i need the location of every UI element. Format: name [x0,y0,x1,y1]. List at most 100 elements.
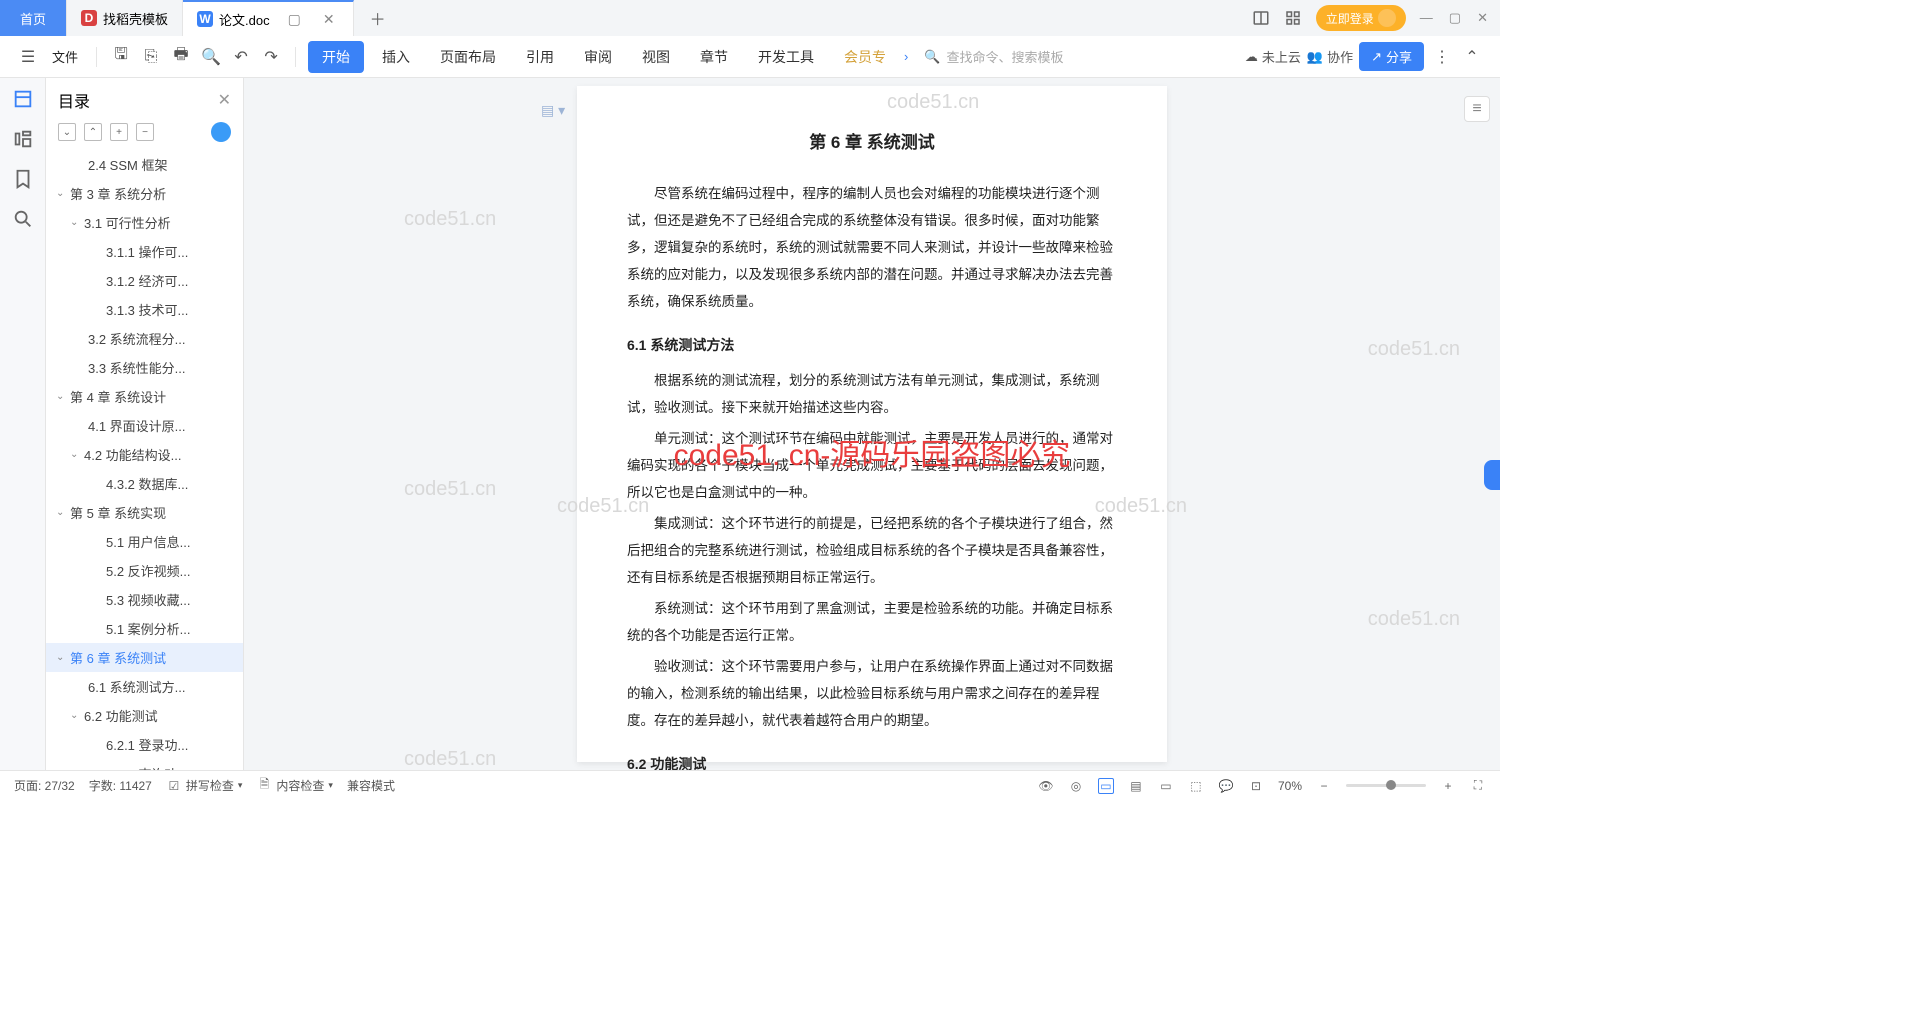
word-count[interactable]: 字数: 11427 [89,777,152,794]
collapse-all-icon[interactable]: ⌄ [58,123,76,141]
paragraph: 尽管系统在编码过程中，程序的编制人员也会对编程的功能模块进行逐个测试，但还是避免… [627,180,1117,315]
print-icon[interactable]: 🖶 [169,45,193,69]
paragraph: 根据系统的测试流程，划分的系统测试方法有单元测试，集成测试，系统测试，验收测试。… [627,367,1117,421]
remove-heading-icon[interactable]: − [136,123,154,141]
nav-icon[interactable] [12,128,34,150]
right-panel-toggle[interactable]: ≡ [1464,96,1490,122]
content-check[interactable]: 🗎内容检查▾ [256,777,333,794]
tab-close-icon[interactable]: ✕ [319,11,339,28]
outline-item[interactable]: 4.1 界面设计原... [46,411,243,440]
outline-item[interactable]: 3.1.3 技术可... [46,295,243,324]
fullscreen-icon[interactable]: ⛶ [1470,778,1486,794]
outline-item[interactable]: 6.2.1 登录功... [46,730,243,759]
outline-item[interactable]: ⌄第 3 章 系统分析 [46,179,243,208]
focus-icon[interactable]: ◎ [1068,778,1084,794]
menu-reference[interactable]: 引用 [514,39,566,75]
outline-item[interactable]: 3.2 系统流程分... [46,324,243,353]
outline-item-label: 第 6 章 系统测试 [70,648,166,667]
chevron-down-icon: ⌄ [56,507,66,518]
outline-panel: 目录 ✕ ⌄ ⌃ + − 2.4 SSM 框架⌄第 3 章 系统分析⌄3.1 可… [46,78,244,770]
comment-icon[interactable]: 💬 [1218,778,1234,794]
save-icon[interactable]: 🖫 [109,45,133,69]
outline-close-icon[interactable]: ✕ [218,90,231,110]
outline-item[interactable]: 5.1 案例分析... [46,614,243,643]
menu-member[interactable]: 会员专 [832,39,898,75]
cloud-status[interactable]: ☁未上云 [1245,47,1301,66]
menu-view[interactable]: 视图 [630,39,682,75]
file-menu[interactable]: 文件 [46,47,84,66]
outline-item[interactable]: ⌄6.2 功能测试 [46,701,243,730]
outline-icon[interactable] [12,88,34,110]
collab-button[interactable]: 👥协作 [1307,47,1353,66]
zoom-out-icon[interactable]: − [1316,778,1332,794]
command-search[interactable]: 🔍 查找命令、搜索模板 [914,43,1073,70]
menu-layout[interactable]: 页面布局 [428,39,508,75]
tab-home[interactable]: 首页 [0,0,67,36]
menu-review[interactable]: 审阅 [572,39,624,75]
export-icon[interactable]: ⎘ [139,45,163,69]
outline-item[interactable]: ⌄第 6 章 系统测试 [46,643,243,672]
menu-icon[interactable]: ☰ [16,45,40,69]
login-button[interactable]: 立即登录 [1316,5,1406,31]
tab-document[interactable]: W 论文.doc ▢ ✕ [183,0,354,36]
outline-item-label: 6.2.1 登录功... [106,735,188,754]
outline-item[interactable]: ⌄3.1 可行性分析 [46,208,243,237]
menu-chapter[interactable]: 章节 [688,39,740,75]
apps-icon[interactable] [1284,9,1302,27]
find-icon[interactable] [12,208,34,230]
bookmark-icon[interactable] [12,168,34,190]
outline-item[interactable]: 3.1.1 操作可... [46,237,243,266]
outline-item[interactable]: 2.4 SSM 框架 [46,150,243,179]
chapter-title: 第 6 章 系统测试 [627,126,1117,160]
menu-devtools[interactable]: 开发工具 [746,39,826,75]
undo-icon[interactable]: ↶ [229,45,253,69]
outline-item[interactable]: 4.3.2 数据库... [46,469,243,498]
outline-item[interactable]: 3.3 系统性能分... [46,353,243,382]
more-icon[interactable]: ⋮ [1430,45,1454,69]
zoom-in-icon[interactable]: + [1440,778,1456,794]
layout-icon[interactable] [1252,9,1270,27]
outline-item[interactable]: 5.2 反诈视频... [46,556,243,585]
paragraph: 系统测试：这个环节用到了黑盒测试，主要是检验系统的功能。并确定目标系统的各个功能… [627,595,1117,649]
collapse-ribbon-icon[interactable]: ⌃ [1460,45,1484,69]
zoom-fit-icon[interactable]: ⊡ [1248,778,1264,794]
zoom-level[interactable]: 70% [1278,779,1302,793]
window-maximize[interactable]: ▢ [1449,10,1461,26]
menu-insert[interactable]: 插入 [370,39,422,75]
outline-item-label: 5.1 案例分析... [106,619,191,638]
outline-item[interactable]: ⌄第 4 章 系统设计 [46,382,243,411]
view-outline-icon[interactable]: ▤ [1128,778,1144,794]
compat-mode[interactable]: 兼容模式 [347,777,395,794]
spellcheck-toggle[interactable]: ☑拼写检查▾ [166,777,243,794]
ai-icon[interactable] [211,122,231,142]
expand-all-icon[interactable]: ⌃ [84,123,102,141]
share-button[interactable]: ↗分享 [1359,42,1424,71]
add-heading-icon[interactable]: + [110,123,128,141]
tab-add[interactable]: ＋ [354,6,402,30]
paragraph: 单元测试：这个测试环节在编码中就能测试，主要是开发人员进行的，通常对编码实现的各… [627,425,1117,506]
eye-icon[interactable]: 👁 [1038,778,1054,794]
outline-item[interactable]: ⌄4.2 功能结构设... [46,440,243,469]
menu-start[interactable]: 开始 [308,41,364,73]
window-close[interactable]: ✕ [1477,10,1488,26]
outline-item[interactable]: 3.1.2 经济可... [46,266,243,295]
outline-item[interactable]: 5.1 用户信息... [46,527,243,556]
page-indicator[interactable]: 页面: 27/32 [14,777,75,794]
outline-item-label: 第 3 章 系统分析 [70,184,166,203]
outline-item[interactable]: 6.2.2 查询功... [46,759,243,770]
redo-icon[interactable]: ↷ [259,45,283,69]
preview-icon[interactable]: 🔍 [199,45,223,69]
view-web-icon[interactable]: ⬚ [1188,778,1204,794]
view-read-icon[interactable]: ▭ [1158,778,1174,794]
document-area[interactable]: code51.cn code51.cn code51.cn code51.cn … [244,78,1500,770]
zoom-slider[interactable] [1346,784,1426,787]
window-minimize[interactable]: — [1420,10,1433,26]
tab-restore-icon[interactable]: ▢ [284,11,305,28]
page-marker-icon[interactable]: ▤ ▾ [541,96,565,124]
side-flag-icon[interactable] [1484,460,1500,490]
outline-item[interactable]: ⌄第 5 章 系统实现 [46,498,243,527]
view-page-icon[interactable]: ▭ [1098,778,1114,794]
outline-item[interactable]: 5.3 视频收藏... [46,585,243,614]
tab-template[interactable]: D 找稻壳模板 [67,0,183,36]
outline-item[interactable]: 6.1 系统测试方... [46,672,243,701]
